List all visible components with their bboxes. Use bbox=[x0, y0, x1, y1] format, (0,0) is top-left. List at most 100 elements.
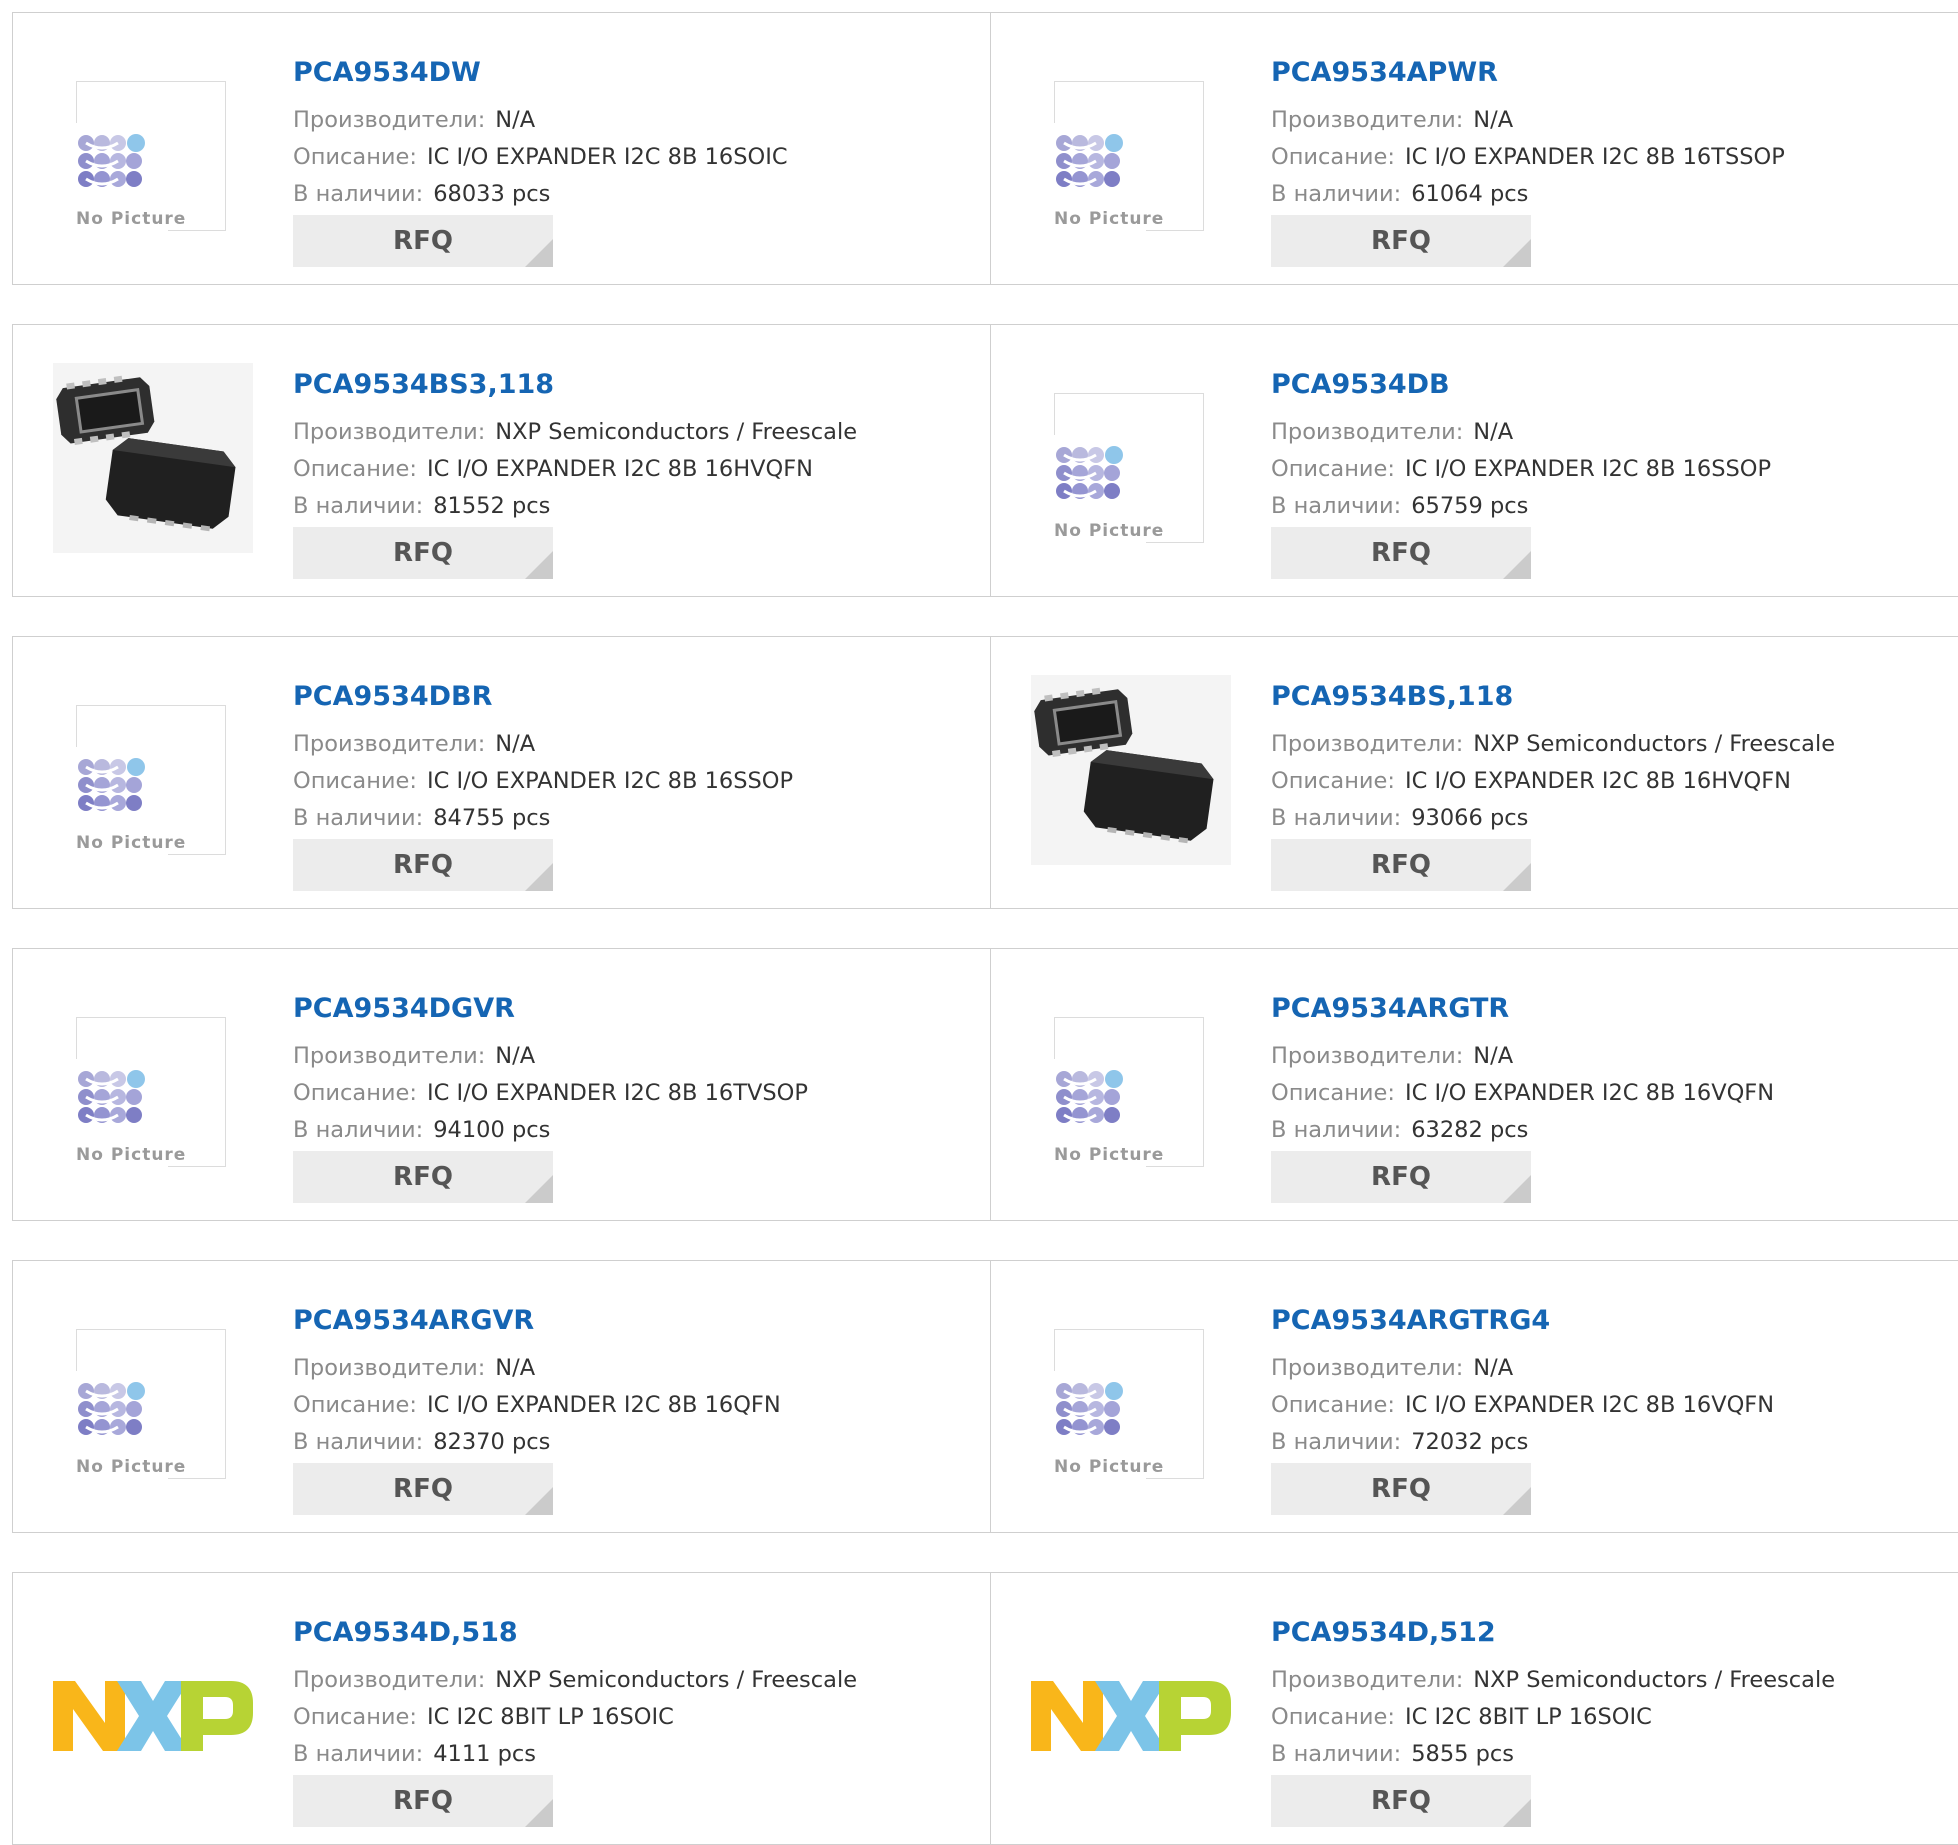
stock-label: В наличии: bbox=[293, 1117, 424, 1143]
corner-decoration bbox=[525, 1487, 553, 1515]
part-number-link[interactable]: PCA9534DBR bbox=[293, 681, 492, 712]
chip-image[interactable] bbox=[1031, 675, 1231, 865]
description-label: Описание: bbox=[1271, 144, 1395, 170]
corner-decoration bbox=[525, 551, 553, 579]
part-number-link[interactable]: PCA9534ARGTRG4 bbox=[1271, 1305, 1550, 1336]
rfq-label: RFQ bbox=[393, 538, 453, 568]
stock-label: В наличии: bbox=[293, 181, 424, 207]
stock-value: 61064 pcs bbox=[1411, 181, 1529, 207]
description-row: Описание: IC I/O EXPANDER I2C 8B 16TSSOP bbox=[1271, 144, 1785, 170]
manufacturer-label: Производители: bbox=[293, 1043, 486, 1069]
rfq-button[interactable]: RFQ bbox=[293, 215, 553, 267]
rfq-button[interactable]: RFQ bbox=[293, 839, 553, 891]
stock-row: В наличии: 84755 pcs bbox=[293, 805, 550, 831]
stock-row: В наличии: 5855 pcs bbox=[1271, 1741, 1514, 1767]
manufacturer-value: NXP Semiconductors / Freescale bbox=[495, 1667, 858, 1693]
corner-decoration bbox=[525, 1799, 553, 1827]
product-card: PCA9534BS,118 Производители: NXP Semicondu… bbox=[990, 636, 1958, 909]
description-row: Описание: IC I/O EXPANDER I2C 8B 16SSOP bbox=[293, 768, 793, 794]
description-label: Описание: bbox=[1271, 456, 1395, 482]
rfq-button[interactable]: RFQ bbox=[1271, 1151, 1531, 1203]
product-card: No Picture PCA9534ARGTRG4 Производители: N/… bbox=[990, 1260, 1958, 1533]
product-card: No Picture PCA9534APWR Производители: N/A Оп… bbox=[990, 12, 1958, 285]
description-label: Описание: bbox=[293, 456, 417, 482]
rfq-button[interactable]: RFQ bbox=[1271, 527, 1531, 579]
stock-value: 63282 pcs bbox=[1411, 1117, 1529, 1143]
nxp-logo[interactable] bbox=[53, 1613, 253, 1803]
no-picture-label: No Picture bbox=[76, 1457, 187, 1477]
description-label: Описание: bbox=[1271, 768, 1395, 794]
manufacturer-row: Производители: NXP Semiconductors / Frees… bbox=[293, 1667, 857, 1693]
part-number-link[interactable]: PCA9534DGVR bbox=[293, 993, 515, 1024]
description-row: Описание: IC I/O EXPANDER I2C 8B 16TVSOP bbox=[293, 1080, 808, 1106]
description-label: Описание: bbox=[1271, 1704, 1395, 1730]
manufacturer-row: Производители: N/A bbox=[293, 1043, 535, 1069]
rfq-button[interactable]: RFQ bbox=[293, 1775, 553, 1827]
rfq-button[interactable]: RFQ bbox=[1271, 1775, 1531, 1827]
no-picture-label: No Picture bbox=[1054, 521, 1165, 541]
no-picture-label: No Picture bbox=[76, 209, 187, 229]
manufacturer-value: N/A bbox=[495, 731, 536, 757]
manufacturer-value: N/A bbox=[1473, 419, 1514, 445]
rfq-label: RFQ bbox=[393, 1162, 453, 1192]
stock-value: 93066 pcs bbox=[1411, 805, 1529, 831]
stock-label: В наличии: bbox=[1271, 181, 1402, 207]
description-value: IC I/O EXPANDER I2C 8B 16HVQFN bbox=[1404, 768, 1791, 794]
chip-image[interactable] bbox=[53, 363, 253, 553]
stock-value: 4111 pcs bbox=[433, 1741, 537, 1767]
description-label: Описание: bbox=[293, 1704, 417, 1730]
description-value: IC I/O EXPANDER I2C 8B 16SSOP bbox=[1404, 456, 1772, 482]
part-number-link[interactable]: PCA9534D,512 bbox=[1271, 1617, 1496, 1648]
manufacturer-label: Производители: bbox=[1271, 419, 1464, 445]
product-grid: No Picture PCA9534DW Производители: N/A Опис… bbox=[0, 0, 1958, 1845]
description-row: Описание: IC I/O EXPANDER I2C 8B 16QFN bbox=[293, 1392, 781, 1418]
manufacturer-value: NXP Semiconductors / Freescale bbox=[1473, 731, 1836, 757]
rfq-label: RFQ bbox=[1371, 1474, 1431, 1504]
description-value: IC I/O EXPANDER I2C 8B 16SSOP bbox=[426, 768, 794, 794]
rfq-button[interactable]: RFQ bbox=[293, 1463, 553, 1515]
part-number-link[interactable]: PCA9534D,518 bbox=[293, 1617, 518, 1648]
manufacturer-label: Производители: bbox=[293, 107, 486, 133]
no-picture-image: No Picture bbox=[76, 81, 226, 231]
stock-value: 68033 pcs bbox=[433, 181, 551, 207]
stock-label: В наличии: bbox=[1271, 1117, 1402, 1143]
manufacturer-label: Производители: bbox=[1271, 1667, 1464, 1693]
description-label: Описание: bbox=[293, 1392, 417, 1418]
description-row: Описание: IC I/O EXPANDER I2C 8B 16HVQFN bbox=[1271, 768, 1791, 794]
part-number-link[interactable]: PCA9534DW bbox=[293, 57, 481, 88]
stock-label: В наличии: bbox=[293, 805, 424, 831]
description-value: IC I/O EXPANDER I2C 8B 16VQFN bbox=[1404, 1080, 1775, 1106]
description-label: Описание: bbox=[1271, 1080, 1395, 1106]
part-number-link[interactable]: PCA9534ARGTR bbox=[1271, 993, 1509, 1024]
rfq-button[interactable]: RFQ bbox=[293, 527, 553, 579]
stock-value: 94100 pcs bbox=[433, 1117, 551, 1143]
rfq-button[interactable]: RFQ bbox=[1271, 839, 1531, 891]
part-number-link[interactable]: PCA9534DB bbox=[1271, 369, 1450, 400]
rfq-button[interactable]: RFQ bbox=[1271, 215, 1531, 267]
stock-row: В наличии: 81552 pcs bbox=[293, 493, 550, 519]
part-number-link[interactable]: PCA9534BS,118 bbox=[1271, 681, 1513, 712]
stock-label: В наличии: bbox=[1271, 805, 1402, 831]
part-number-link[interactable]: PCA9534APWR bbox=[1271, 57, 1498, 88]
manufacturer-row: Производители: N/A bbox=[293, 1355, 535, 1381]
stock-label: В наличии: bbox=[1271, 1741, 1402, 1767]
rfq-label: RFQ bbox=[393, 1474, 453, 1504]
rfq-button[interactable]: RFQ bbox=[293, 1151, 553, 1203]
stock-value: 72032 pcs bbox=[1411, 1429, 1529, 1455]
nxp-logo[interactable] bbox=[1031, 1613, 1231, 1803]
stock-label: В наличии: bbox=[293, 1741, 424, 1767]
part-number-link[interactable]: PCA9534BS3,118 bbox=[293, 369, 554, 400]
rfq-label: RFQ bbox=[1371, 226, 1431, 256]
rfq-label: RFQ bbox=[393, 850, 453, 880]
corner-decoration bbox=[1503, 1487, 1531, 1515]
manufacturer-value: N/A bbox=[495, 107, 536, 133]
stock-label: В наличии: bbox=[293, 493, 424, 519]
part-number-link[interactable]: PCA9534ARGVR bbox=[293, 1305, 534, 1336]
manufacturer-row: Производители: N/A bbox=[293, 107, 535, 133]
manufacturer-row: Производители: NXP Semiconductors / Frees… bbox=[1271, 731, 1835, 757]
corner-decoration bbox=[1503, 863, 1531, 891]
no-picture-image: No Picture bbox=[76, 705, 226, 855]
rfq-button[interactable]: RFQ bbox=[1271, 1463, 1531, 1515]
description-value: IC I2C 8BIT LP 16SOIC bbox=[1404, 1704, 1652, 1730]
stock-row: В наличии: 68033 pcs bbox=[293, 181, 550, 207]
